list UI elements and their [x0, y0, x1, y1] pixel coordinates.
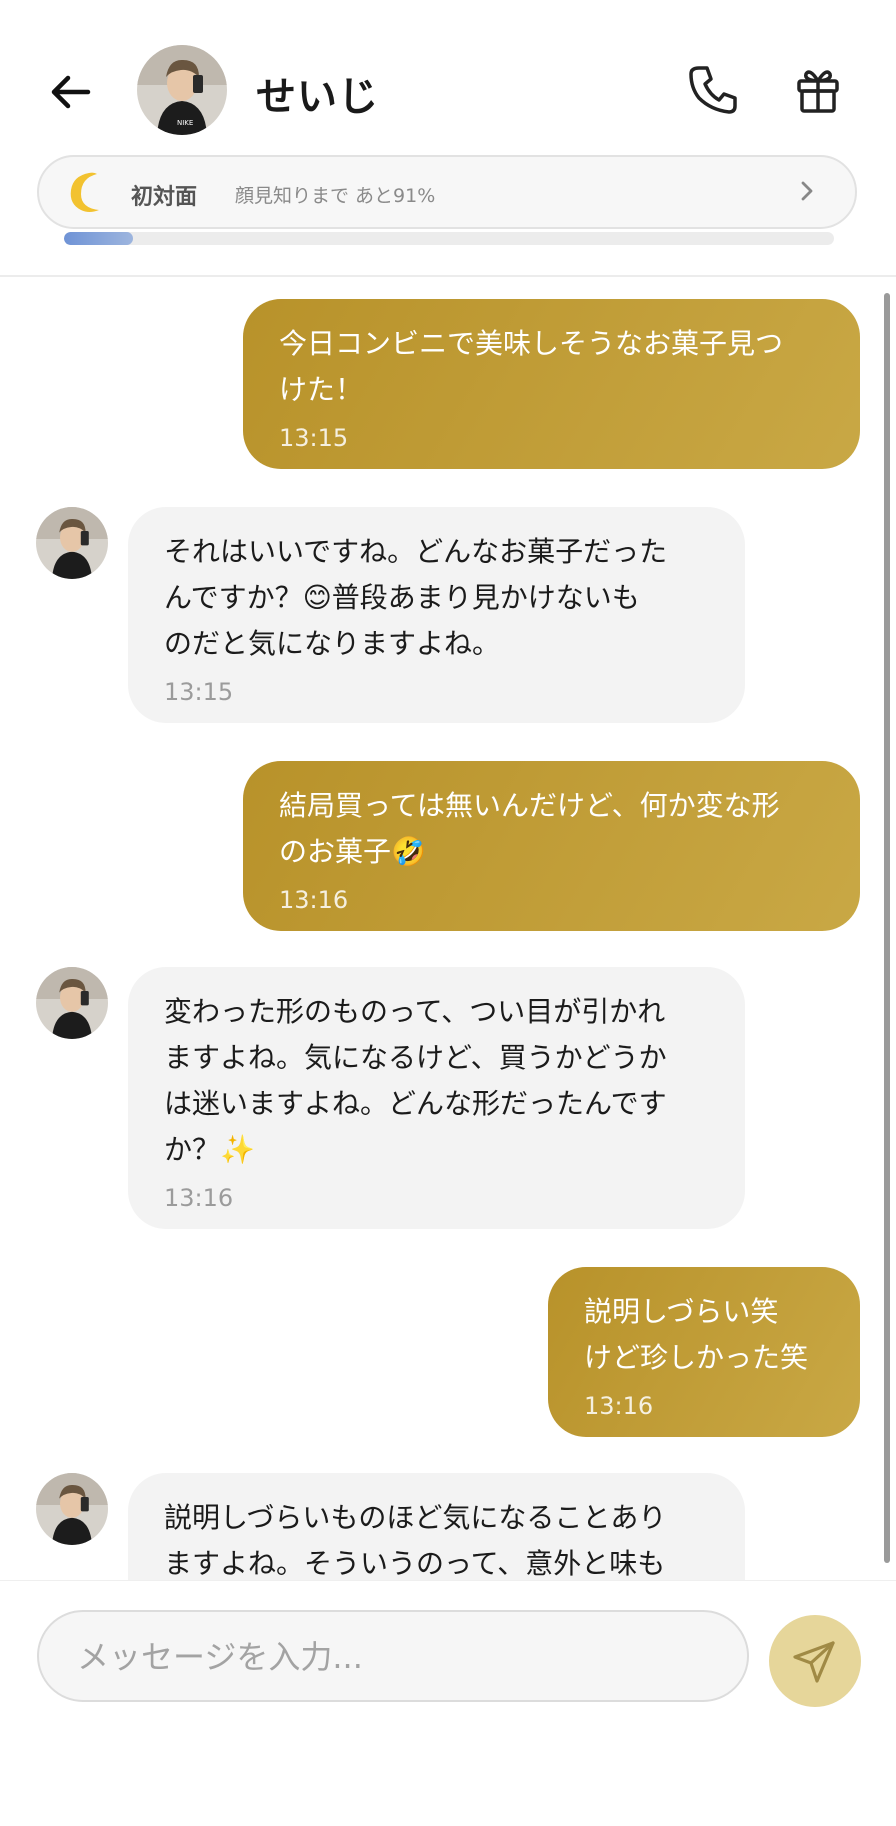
message-bubble-mine: 説明しづらい笑 けど珍しかった笑 13:16	[548, 1267, 860, 1437]
back-arrow-icon[interactable]	[44, 64, 100, 120]
message-input-container[interactable]	[37, 1610, 749, 1702]
contact-avatar-small[interactable]	[36, 1473, 108, 1545]
gift-icon[interactable]	[790, 62, 846, 118]
message-bubble-mine: 結局買っては無いんだけど、何か変な形 のお菓子🤣 13:16	[243, 761, 860, 931]
message-bubble-theirs: 説明しづらいものほど気になることあり ますよね。そういうのって、意外と味も	[128, 1473, 745, 1580]
relationship-progress-track	[64, 232, 834, 245]
message-bubble-mine: 今日コンビニで美味しそうなお菓子見つ けた！ 13:15	[243, 299, 860, 469]
contact-avatar[interactable]: NIKE	[137, 45, 227, 135]
send-button[interactable]	[769, 1615, 861, 1707]
message-text: それはいいですね。どんなお菓子だった んですか？😊普段あまり見かけないも のだと…	[164, 535, 668, 660]
message-composer	[0, 1580, 896, 1826]
chevron-right-icon	[793, 177, 821, 205]
message-bubble-theirs: 変わった形のものって、つい目が引かれ ますよね。気になるけど、買うかどうか は迷…	[128, 967, 745, 1229]
message-time: 13:15	[279, 424, 349, 452]
chat-header: NIKE せいじ 初対面 顔見知りまで あと91%	[0, 0, 896, 277]
relationship-level-bar[interactable]: 初対面 顔見知りまで あと91%	[37, 155, 857, 229]
message-bubble-theirs: それはいいですね。どんなお菓子だった んですか？😊普段あまり見かけないも のだと…	[128, 507, 745, 723]
message-text: 説明しづらいものほど気になることあり ますよね。そういうのって、意外と味も	[164, 1501, 667, 1580]
message-text: 変わった形のものって、つい目が引かれ ますよね。気になるけど、買うかどうか は迷…	[164, 995, 667, 1166]
relationship-status: 初対面	[131, 185, 198, 210]
message-text: 説明しづらい笑 けど珍しかった笑	[584, 1295, 809, 1374]
message-time: 13:16	[279, 886, 349, 914]
moon-icon	[67, 170, 111, 214]
message-time: 13:16	[164, 1184, 234, 1212]
contact-avatar-small[interactable]	[36, 967, 108, 1039]
message-text: 結局買っては無いんだけど、何か変な形 のお菓子🤣	[279, 789, 780, 868]
send-icon	[793, 1641, 835, 1683]
contact-avatar-small[interactable]	[36, 507, 108, 579]
message-text: 今日コンビニで美味しそうなお菓子見つ けた！	[279, 327, 784, 406]
message-time: 13:15	[164, 678, 234, 706]
chat-scrollbar[interactable]	[884, 293, 890, 1563]
message-input[interactable]	[75, 1612, 719, 1702]
relationship-progress-fill	[64, 232, 134, 245]
message-list[interactable]: 今日コンビニで美味しそうなお菓子見つ けた！ 13:15 それはいいですね。どん…	[0, 277, 896, 1580]
message-time: 13:16	[584, 1392, 654, 1420]
contact-name: せいじ	[256, 74, 379, 120]
svg-text:NIKE: NIKE	[177, 119, 193, 127]
relationship-progress-text: 顔見知りまで あと91%	[235, 185, 436, 207]
phone-icon[interactable]	[685, 62, 741, 118]
